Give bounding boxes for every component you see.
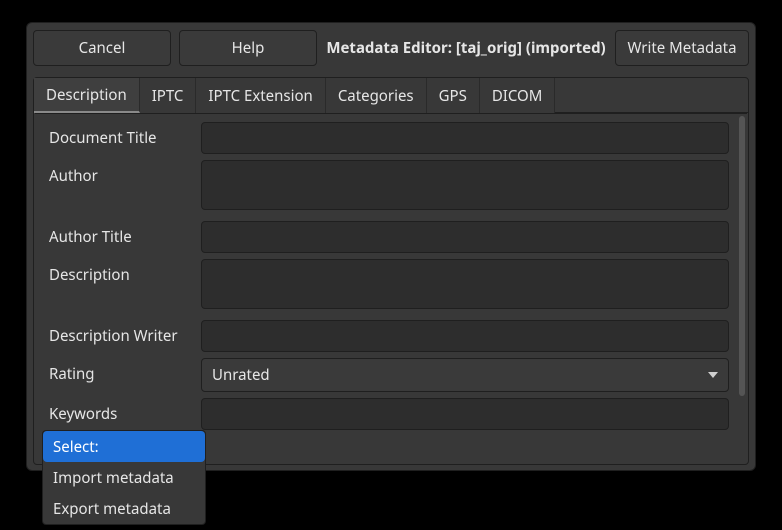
tab-bar: Description IPTC IPTC Extension Categori…: [34, 78, 748, 113]
row-rating: Rating Unrated: [49, 358, 729, 392]
rating-value: Unrated: [212, 365, 270, 385]
context-menu: Select: Import metadata Export metadata: [42, 430, 206, 525]
write-metadata-button[interactable]: Write Metadata: [615, 30, 749, 66]
row-keywords: Keywords: [49, 398, 729, 430]
author-input[interactable]: [201, 160, 729, 210]
metadata-editor-dialog: Cancel Help Metadata Editor: [taj_orig] …: [26, 22, 756, 471]
tab-gps[interactable]: GPS: [427, 78, 480, 113]
tab-description[interactable]: Description: [34, 78, 140, 113]
tab-filler: [555, 78, 748, 113]
row-document-title: Document Title: [49, 122, 729, 154]
chevron-down-icon: [708, 372, 718, 378]
row-description-writer: Description Writer: [49, 320, 729, 352]
dialog-title: Metadata Editor: [taj_orig] (imported): [325, 38, 607, 58]
keywords-input[interactable]: [201, 398, 729, 430]
tab-iptc[interactable]: IPTC: [140, 78, 197, 113]
description-input[interactable]: [201, 259, 729, 309]
label-description-writer: Description Writer: [49, 320, 201, 346]
form-area: Document Title Author Author Title Descr…: [35, 114, 747, 463]
import-metadata-item[interactable]: Import metadata: [43, 462, 205, 493]
label-document-title: Document Title: [49, 122, 201, 148]
dialog-header: Cancel Help Metadata Editor: [taj_orig] …: [33, 29, 749, 67]
label-description: Description: [49, 259, 201, 285]
row-author: Author: [49, 160, 729, 215]
author-title-input[interactable]: [201, 221, 729, 253]
form-scroll: Document Title Author Author Title Descr…: [35, 114, 737, 463]
help-button[interactable]: Help: [179, 30, 317, 66]
row-author-title: Author Title: [49, 221, 729, 253]
document-title-input[interactable]: [201, 122, 729, 154]
cancel-button[interactable]: Cancel: [33, 30, 171, 66]
rating-select[interactable]: Unrated: [201, 358, 729, 392]
label-author-title: Author Title: [49, 221, 201, 247]
export-metadata-item[interactable]: Export metadata: [43, 493, 205, 524]
description-writer-input[interactable]: [201, 320, 729, 352]
row-description: Description: [49, 259, 729, 314]
tab-categories[interactable]: Categories: [326, 78, 427, 113]
dialog-body: Description IPTC IPTC Extension Categori…: [33, 77, 749, 465]
tab-dicom[interactable]: DICOM: [480, 78, 556, 113]
tab-iptc-extension[interactable]: IPTC Extension: [196, 78, 325, 113]
label-rating: Rating: [49, 358, 201, 384]
context-menu-header: Select:: [43, 431, 205, 462]
label-keywords: Keywords: [49, 398, 201, 424]
label-author: Author: [49, 160, 201, 186]
scrollbar-thumb[interactable]: [739, 116, 745, 396]
